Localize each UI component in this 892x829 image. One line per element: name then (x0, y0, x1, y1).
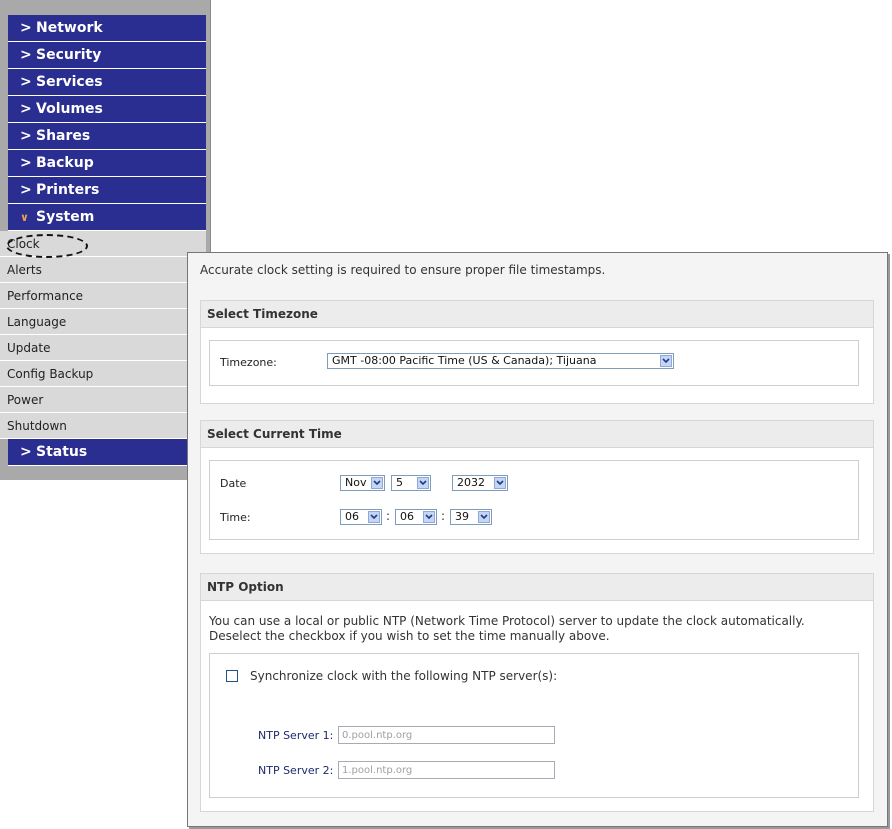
sidebar-item-label: Shares (36, 128, 91, 144)
current-time-box: Date Nov 5 2032 Time: 06 : 06: 39 (209, 460, 859, 540)
sidebar-subitem-update[interactable]: Update (0, 335, 206, 361)
chevron-down-icon: ∨ (20, 211, 29, 224)
chevron-right-icon: > (20, 47, 32, 63)
dropdown-arrow-icon (660, 355, 672, 367)
chevron-right-icon: > (20, 182, 32, 198)
sidebar-menu: > Network > Security > Services > Volumes > S… (0, 15, 206, 466)
dropdown-arrow-icon (423, 511, 435, 523)
sidebar-item-shares[interactable]: > Shares (8, 123, 206, 150)
hour-select[interactable]: 06 (340, 509, 382, 525)
sidebar-item-label: System (36, 209, 95, 225)
timezone-section: Select Timezone Timezone: GMT -08:00 Pac… (200, 300, 874, 404)
second-select-value: 39 (455, 510, 469, 523)
month-select[interactable]: Nov (340, 475, 385, 491)
sidebar-subitem-label: Update (7, 341, 51, 355)
sidebar-item-network[interactable]: > Network (8, 15, 206, 42)
section-title: NTP Option (201, 574, 873, 601)
chevron-right-icon: > (20, 74, 32, 90)
ntp-description-line: Deselect the checkbox if you wish to set… (209, 629, 610, 643)
timezone-label: Timezone: (220, 356, 277, 369)
clock-settings-panel: Accurate clock setting is required to en… (187, 252, 888, 827)
date-label: Date (220, 477, 247, 490)
time-label: Time: (220, 511, 251, 524)
month-select-value: Nov (345, 476, 367, 489)
timezone-select-value: GMT -08:00 Pacific Time (US & Canada); T… (332, 354, 597, 367)
sidebar-item-system[interactable]: ∨ System (8, 204, 206, 231)
sidebar-item-volumes[interactable]: > Volumes (8, 96, 206, 123)
timezone-box: Timezone: GMT -08:00 Pacific Time (US & … (209, 340, 859, 386)
sidebar-subitem-config-backup[interactable]: Config Backup (0, 361, 206, 387)
section-title: Select Timezone (201, 301, 873, 328)
sidebar-item-backup[interactable]: > Backup (8, 150, 206, 177)
ntp-server2-label: NTP Server 2: (258, 764, 334, 777)
sidebar-subitem-label: Config Backup (7, 367, 94, 381)
selection-highlight-circle (6, 234, 88, 258)
sidebar-subitem-performance[interactable]: Performance (0, 283, 206, 309)
sidebar-subitem-label: Language (7, 315, 67, 329)
chevron-right-icon: > (20, 444, 32, 460)
timezone-select[interactable]: GMT -08:00 Pacific Time (US & Canada); T… (327, 353, 674, 369)
sidebar-item-security[interactable]: > Security (8, 42, 206, 69)
sidebar-subitem-shutdown[interactable]: Shutdown (0, 413, 206, 439)
dropdown-arrow-icon (368, 511, 380, 523)
ntp-server2-input[interactable] (338, 761, 555, 779)
ntp-server1-input[interactable] (338, 726, 555, 744)
ntp-description: You can use a local or public NTP (Netwo… (209, 614, 805, 644)
sidebar-subitem-power[interactable]: Power (0, 387, 206, 413)
sidebar-subitem-label: Power (7, 393, 44, 407)
intro-text: Accurate clock setting is required to en… (200, 263, 606, 277)
time-separator: : (386, 509, 391, 523)
ntp-box: Synchronize clock with the following NTP… (209, 653, 859, 798)
ntp-server1-label: NTP Server 1: (258, 729, 334, 742)
hour-select-value: 06 (345, 510, 359, 523)
dropdown-arrow-icon (478, 511, 490, 523)
dropdown-arrow-icon (371, 477, 383, 489)
ntp-sync-checkbox[interactable] (226, 670, 238, 682)
sidebar-subitem-label: Shutdown (7, 419, 67, 433)
sidebar-item-label: Printers (36, 182, 100, 198)
sidebar-item-label: Backup (36, 155, 94, 171)
sidebar-subitem-alerts[interactable]: Alerts (0, 257, 206, 283)
section-title: Select Current Time (201, 421, 873, 448)
ntp-sync-label: Synchronize clock with the following NTP… (250, 669, 558, 683)
chevron-right-icon: > (20, 20, 32, 36)
minute-select[interactable]: 06 (395, 509, 437, 525)
sidebar-subitem-clock[interactable]: Clock (0, 231, 206, 258)
sidebar-item-label: Status (36, 444, 88, 460)
sidebar: > Network > Security > Services > Volumes > S… (0, 0, 211, 480)
current-time-section: Select Current Time Date Nov 5 2032 Time… (200, 420, 874, 554)
sidebar-item-services[interactable]: > Services (8, 69, 206, 96)
sidebar-item-status[interactable]: > Status (8, 439, 206, 466)
sidebar-item-label: Security (36, 47, 102, 63)
sidebar-item-printers[interactable]: > Printers (8, 177, 206, 204)
sidebar-subitem-label: Performance (7, 289, 84, 303)
sidebar-item-label: Volumes (36, 101, 103, 117)
chevron-right-icon: > (20, 128, 32, 144)
year-select[interactable]: 2032 (452, 475, 508, 491)
sidebar-item-label: Services (36, 74, 103, 90)
dropdown-arrow-icon (494, 477, 506, 489)
sidebar-subitem-label: Alerts (7, 263, 42, 277)
time-separator: : (441, 509, 446, 523)
ntp-section: NTP Option You can use a local or public… (200, 573, 874, 812)
second-select[interactable]: 39 (450, 509, 492, 525)
minute-select-value: 06 (400, 510, 414, 523)
day-select[interactable]: 5 (391, 475, 431, 491)
day-select-value: 5 (396, 476, 403, 489)
sidebar-item-label: Network (36, 20, 103, 36)
sidebar-subitem-language[interactable]: Language (0, 309, 206, 335)
year-select-value: 2032 (457, 476, 485, 489)
dropdown-arrow-icon (417, 477, 429, 489)
chevron-right-icon: > (20, 155, 32, 171)
ntp-description-line: You can use a local or public NTP (Netwo… (209, 614, 805, 628)
chevron-right-icon: > (20, 101, 32, 117)
